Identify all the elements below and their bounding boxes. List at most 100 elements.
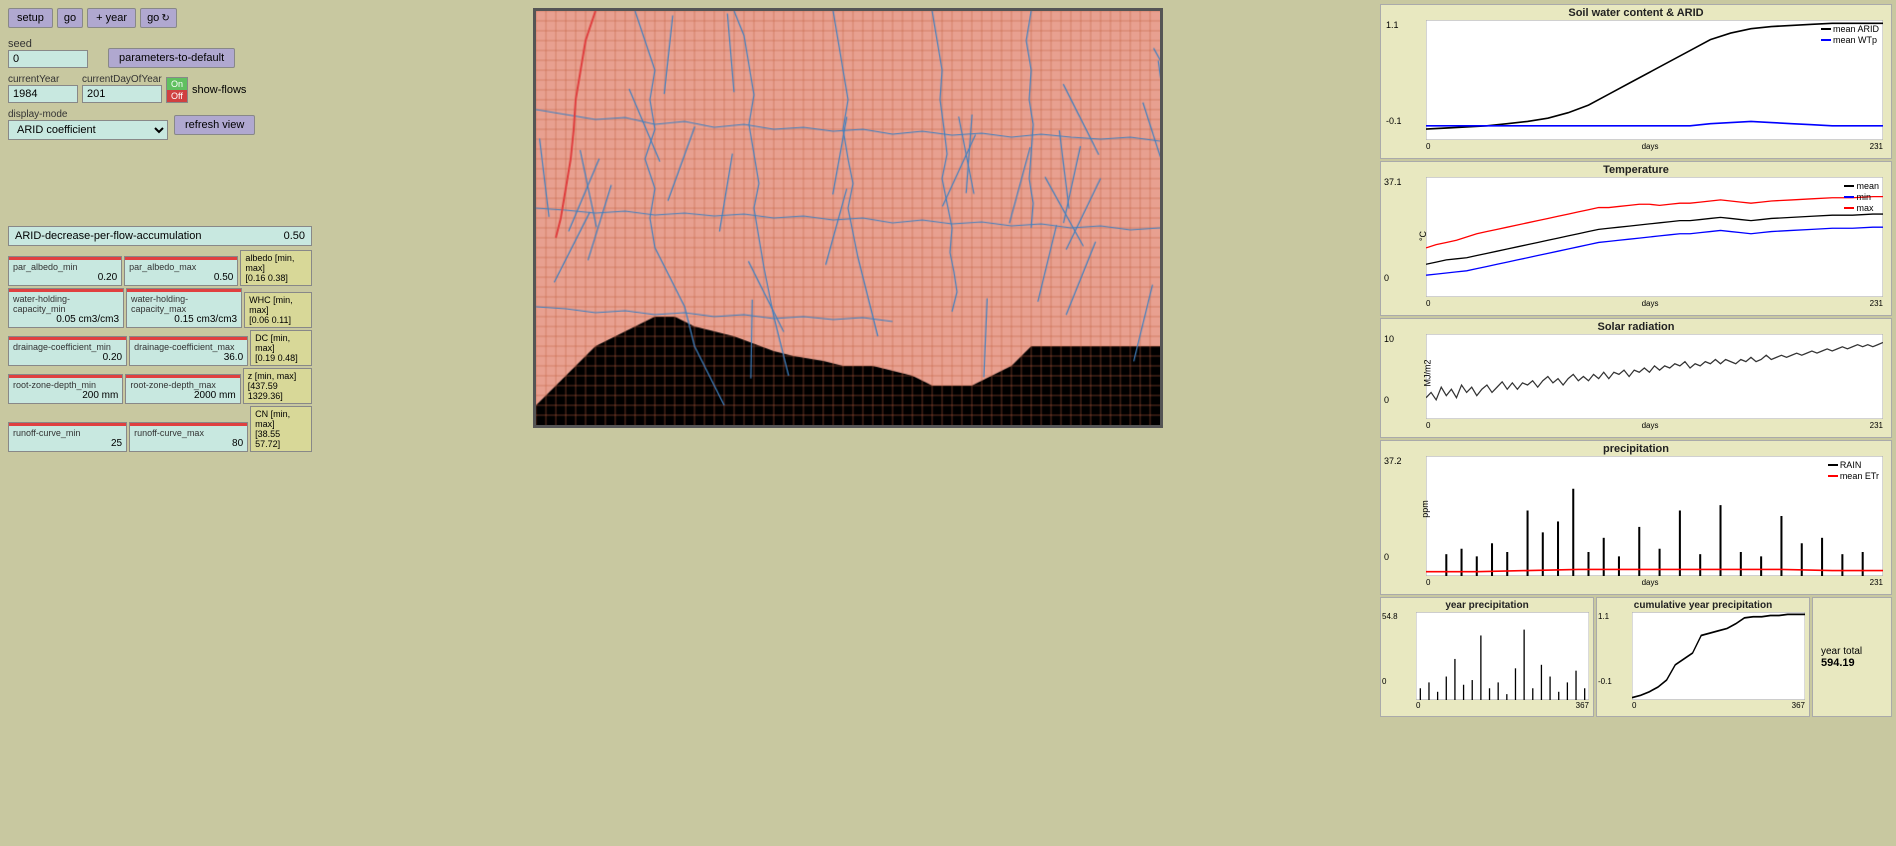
show-flows-label: show-flows — [192, 84, 246, 96]
soil-water-chart: Soil water content & ARID 1.1 -0.1 mean … — [1380, 4, 1892, 159]
year-precip-title: year precipitation — [1381, 598, 1593, 612]
display-mode-label: display-mode — [8, 109, 168, 120]
dc-range-label: DC [min, max] — [255, 333, 307, 353]
z-range-cell: z [min, max] [437.59 1329.36] — [243, 368, 312, 404]
year-day-row: currentYear 1984 currentDayOfYear 201 On… — [8, 74, 312, 103]
param-row-albedo: par_albedo_min 0.20 par_albedo_max 0.50 … — [8, 250, 312, 286]
precip-x-max: 231 — [1870, 578, 1883, 587]
soil-water-legend: mean ARID mean WTp — [1821, 24, 1879, 45]
solar-chart: Solar radiation 10 MJ/m2 0 0 days 231 — [1380, 318, 1892, 438]
cn-min-cell: runoff-curve_min 25 — [8, 422, 127, 452]
current-year-label: currentYear — [8, 74, 78, 85]
on-label: On — [167, 78, 187, 90]
dc-max-value: 36.0 — [134, 352, 243, 363]
cum-precip-title: cumulative year precipitation — [1597, 598, 1809, 612]
year-total-label: year total — [1821, 646, 1862, 657]
year-total-value: 594.19 — [1821, 657, 1855, 669]
cum-precip-x-0: 0 — [1632, 701, 1636, 710]
albedo-range-value: [0.16 0.38] — [245, 273, 307, 283]
arid-decrease-label: ARID-decrease-per-flow-accumulation — [15, 230, 201, 242]
mean-legend-label: mean — [1856, 181, 1879, 191]
z-min-label: root-zone-depth_min — [13, 380, 118, 390]
refresh-button[interactable]: refresh view — [174, 115, 255, 135]
go-button[interactable]: go — [57, 8, 83, 28]
dc-max-cell: drainage-coefficient_max 36.0 — [129, 336, 248, 366]
temp-y-min: 0 — [1384, 273, 1389, 283]
display-mode-select[interactable]: ARID coefficient — [8, 120, 168, 140]
precip-y-min: 0 — [1384, 552, 1389, 562]
solar-y-max: 10 — [1384, 334, 1394, 344]
legend-mean: mean — [1844, 181, 1879, 191]
dc-range-value: [0.19 0.48] — [255, 353, 307, 363]
map-container — [533, 8, 1163, 428]
cum-precip-y-max: 1.1 — [1598, 612, 1609, 621]
precip-x-0: 0 — [1426, 578, 1430, 587]
param-row-dc: drainage-coefficient_min 0.20 drainage-c… — [8, 330, 312, 366]
temp-y-max: 37.1 — [1384, 177, 1402, 187]
param-row-whc: water-holding-capacity_min 0.05 cm3/cm3 … — [8, 288, 312, 328]
precip-days-label: days — [1642, 578, 1659, 587]
legend-rain: RAIN — [1828, 460, 1879, 470]
setup-button[interactable]: setup — [8, 8, 53, 28]
whc-min-label: water-holding-capacity_min — [13, 294, 119, 314]
wtp-legend-color — [1821, 39, 1831, 41]
z-min-cell: root-zone-depth_min 200 mm — [8, 374, 123, 404]
whc-range-cell: WHC [min, max] [0.06 0.11] — [244, 292, 312, 328]
soil-water-title: Soil water content & ARID — [1381, 5, 1891, 20]
precip-svg — [1426, 456, 1883, 576]
current-year-value: 1984 — [8, 85, 78, 103]
temp-y-label: °C — [1418, 231, 1428, 241]
dc-min-value: 0.20 — [13, 352, 122, 363]
go2-label: go — [147, 12, 159, 24]
seed-input[interactable] — [8, 50, 88, 68]
mean-legend-color — [1844, 185, 1854, 187]
year-button[interactable]: + year — [87, 8, 136, 28]
legend-etr: mean ETr — [1828, 471, 1879, 481]
year-precip-svg — [1416, 612, 1589, 700]
z-range-value: [437.59 1329.36] — [248, 381, 307, 401]
seed-group: seed — [8, 38, 88, 68]
precipitation-chart: precipitation 37.2 ppm 0 — [1380, 440, 1892, 595]
cn-max-label: runoff-curve_max — [134, 428, 243, 438]
soil-water-y-max: 1.1 — [1386, 20, 1399, 30]
arid-decrease-value: 0.50 — [284, 230, 305, 242]
legend-arid: mean ARID — [1821, 24, 1879, 34]
whc-range-value: [0.06 0.11] — [249, 315, 307, 325]
solar-y-label: MJ/m2 — [1423, 360, 1433, 387]
year-total-box: year total 594.19 — [1812, 597, 1892, 717]
cn-range-label: CN [min, max] — [255, 409, 307, 429]
params-section: ARID-decrease-per-flow-accumulation 0.50… — [8, 226, 312, 452]
refresh-icon: ↻ — [161, 13, 169, 24]
cum-precip-chart: cumulative year precipitation 1.1 -0.1 0… — [1596, 597, 1810, 717]
current-year-group: currentYear 1984 — [8, 74, 78, 103]
year-precip-chart: year precipitation 54.8 0 — [1380, 597, 1594, 717]
wtp-legend-label: mean WTp — [1833, 35, 1877, 45]
min-legend-label: min — [1856, 192, 1871, 202]
on-off-toggle[interactable]: On Off — [166, 77, 188, 103]
z-max-label: root-zone-depth_max — [130, 380, 235, 390]
temperature-title: Temperature — [1381, 162, 1891, 177]
albedo-range-label: albedo [min, max] — [245, 253, 307, 273]
display-mode-group: display-mode ARID coefficient — [8, 109, 168, 140]
par-albedo-min-label: par_albedo_min — [13, 262, 117, 272]
soil-water-days-label: days — [1642, 142, 1659, 151]
go2-button[interactable]: go ↻ — [140, 8, 177, 28]
solar-y-min: 0 — [1384, 395, 1389, 405]
precip-y-max: 37.2 — [1384, 456, 1402, 466]
par-albedo-max-value: 0.50 — [129, 272, 233, 283]
solar-svg — [1426, 334, 1883, 419]
whc-min-cell: water-holding-capacity_min 0.05 cm3/cm3 — [8, 288, 124, 328]
cn-min-value: 25 — [13, 438, 122, 449]
min-legend-color — [1844, 196, 1854, 198]
top-controls: setup go + year go ↻ — [8, 8, 312, 28]
etr-legend-color — [1828, 475, 1838, 477]
center-map — [320, 0, 1376, 846]
dc-range-cell: DC [min, max] [0.19 0.48] — [250, 330, 312, 366]
year-precip-x-0: 0 — [1416, 701, 1420, 710]
params-default-button[interactable]: parameters-to-default — [108, 48, 235, 68]
whc-range-label: WHC [min, max] — [249, 295, 307, 315]
param-table: par_albedo_min 0.20 par_albedo_max 0.50 … — [8, 250, 312, 452]
cn-range-value: [38.55 57.72] — [255, 429, 307, 449]
soil-water-y-min: -0.1 — [1386, 116, 1402, 126]
year-precip-x-max: 367 — [1576, 701, 1589, 710]
